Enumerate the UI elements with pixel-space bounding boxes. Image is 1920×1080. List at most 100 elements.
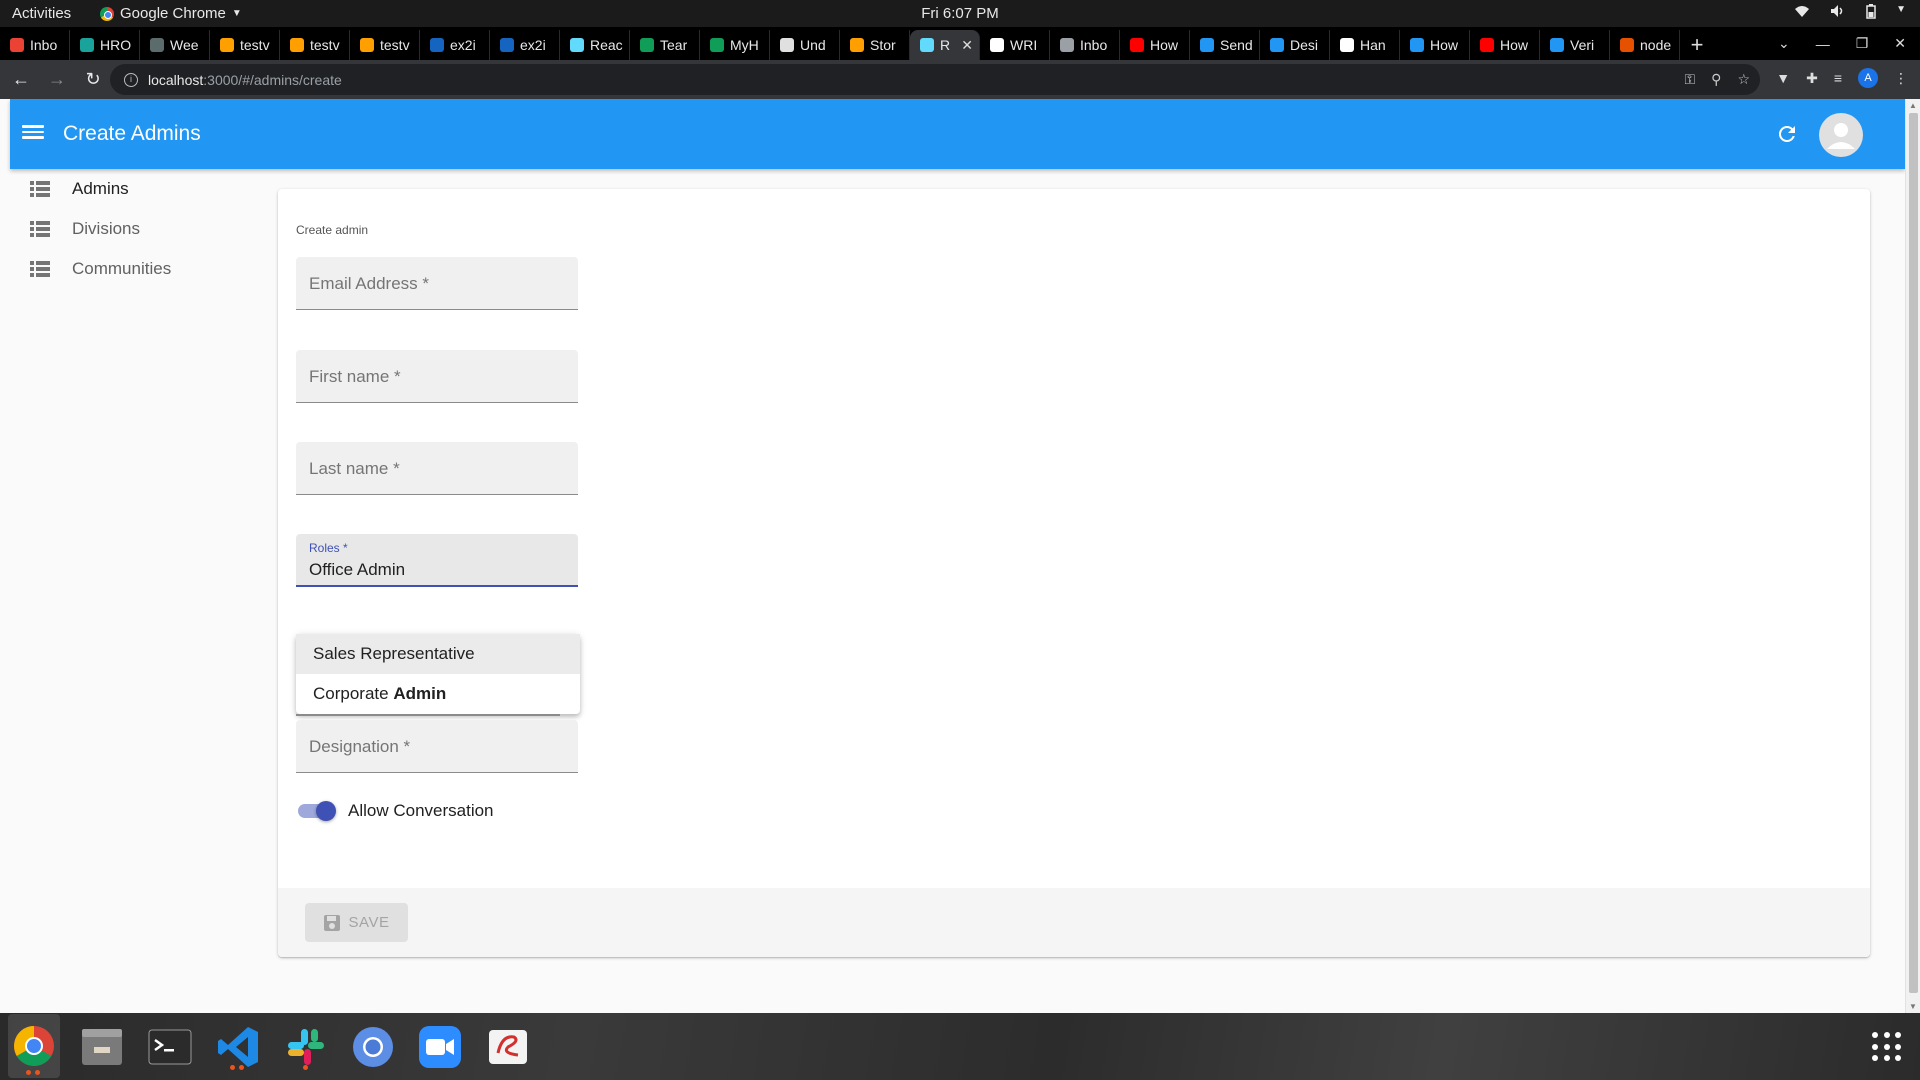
browser-tab[interactable]: R ✕ [910, 30, 980, 60]
tab-label: Veri [1570, 37, 1595, 53]
scroll-down-icon[interactable]: ▼ [1909, 1002, 1917, 1011]
sidebar-item-communities[interactable]: Communities [10, 249, 270, 289]
tab-label: testv [310, 37, 340, 53]
forward-icon[interactable]: → [42, 65, 72, 95]
browser-tab[interactable]: Und [770, 30, 840, 60]
tab-label: MyH [730, 37, 759, 53]
close-window-icon[interactable]: ✕ [1894, 35, 1906, 52]
files-dock-icon[interactable] [76, 1021, 128, 1073]
first-name-field[interactable]: First name * [296, 350, 578, 403]
show-applications-icon[interactable] [1872, 1032, 1902, 1062]
user-avatar-icon[interactable] [1819, 113, 1863, 157]
sidebar-item-divisions[interactable]: Divisions [10, 209, 270, 249]
browser-tab[interactable]: Inbo [0, 30, 70, 60]
browser-tab[interactable]: Reac [560, 30, 630, 60]
browser-tab[interactable]: Stor [840, 30, 910, 60]
browser-tab[interactable]: How [1120, 30, 1190, 60]
save-icon [323, 914, 340, 931]
tab-label: Und [800, 37, 826, 53]
email-field[interactable]: Email Address * [296, 257, 578, 310]
roles-option[interactable]: Corporate Admin [296, 674, 580, 714]
roles-field-label: Roles * [309, 541, 348, 555]
scrollbar-thumb[interactable] [1909, 113, 1918, 993]
media-control-icon[interactable]: ≡ [1834, 70, 1842, 86]
back-icon[interactable]: ← [6, 65, 36, 95]
firebase-icon [220, 38, 234, 52]
slack-dock-icon[interactable] [280, 1021, 332, 1073]
globe-icon [1340, 38, 1354, 52]
vue-devtools-icon[interactable]: ▼ [1776, 70, 1790, 86]
create-admin-form-card: Create admin Email Address * First name … [278, 189, 1870, 957]
roles-autocomplete-field[interactable]: Roles * Office Admin [296, 534, 578, 587]
last-name-field-label: Last name * [309, 459, 400, 478]
sidebar-item-label: Admins [72, 179, 129, 198]
reload-icon[interactable]: ↻ [78, 65, 108, 95]
browser-tab[interactable]: How [1470, 30, 1540, 60]
divider [296, 714, 560, 716]
tab-label: Inbo [1080, 37, 1108, 53]
react-icon [570, 38, 584, 52]
running-indicator [230, 1065, 235, 1070]
roles-option[interactable]: Sales Representative [296, 634, 580, 674]
browser-tab[interactable]: node [1610, 30, 1680, 60]
scroll-up-icon[interactable]: ▲ [1909, 101, 1917, 110]
sidebar-item-label: Communities [72, 259, 172, 278]
vscode-dock-icon[interactable] [212, 1021, 264, 1073]
chevron-down-icon: ▼ [1896, 4, 1906, 15]
minimize-icon[interactable]: — [1816, 36, 1830, 52]
tab-label: How [1430, 37, 1459, 53]
key-icon[interactable]: ⚿ [1685, 71, 1696, 88]
terminal-dock-icon[interactable] [144, 1021, 196, 1073]
youtube-icon [1130, 38, 1144, 52]
new-tab-button[interactable]: + [1680, 30, 1714, 60]
tab-label: ex2i [520, 37, 546, 53]
sidebar-item-admins[interactable]: Admins [10, 169, 270, 209]
refresh-icon[interactable] [1775, 122, 1799, 146]
list-icon [30, 261, 50, 277]
tab-search-icon[interactable]: ⌄ [1778, 35, 1790, 52]
gedit-dock-icon[interactable] [482, 1021, 534, 1073]
clock[interactable]: Fri 6:07 PM [0, 5, 1920, 22]
browser-tab[interactable]: ex2i [420, 30, 490, 60]
browser-tab[interactable]: Veri [1540, 30, 1610, 60]
chrome-dock-icon[interactable] [8, 1014, 60, 1078]
address-bar[interactable]: i localhost:3000/#/admins/create ⚿ ⚲ ☆ [110, 64, 1760, 95]
browser-tab[interactable]: Send [1190, 30, 1260, 60]
browser-tab[interactable]: WRI [980, 30, 1050, 60]
hamburger-menu-icon[interactable] [22, 122, 44, 146]
profile-avatar[interactable]: A [1858, 68, 1878, 88]
system-tray[interactable]: ▼ [1794, 4, 1906, 22]
restore-icon[interactable]: ❐ [1856, 35, 1869, 52]
designation-field[interactable]: Designation * [296, 720, 578, 773]
puzzle-icon [1410, 38, 1424, 52]
app-bar: Create Admins [10, 99, 1905, 169]
page-scrollbar[interactable]: ▲ ▼ [1905, 99, 1920, 1013]
save-button-label: SAVE [348, 914, 390, 931]
save-button[interactable]: SAVE [305, 903, 408, 942]
browser-tab[interactable]: HRO [70, 30, 140, 60]
zoom-dock-icon[interactable] [414, 1021, 466, 1073]
star-icon[interactable]: ☆ [1737, 71, 1750, 88]
browser-tab[interactable]: ex2i [490, 30, 560, 60]
last-name-field[interactable]: Last name * [296, 442, 578, 495]
browser-tab[interactable]: MyH [700, 30, 770, 60]
extensions-puzzle-icon[interactable]: ✚ [1806, 70, 1818, 87]
network-icon [1794, 4, 1810, 22]
zoom-icon[interactable]: ⚲ [1711, 71, 1721, 88]
browser-tab[interactable]: testv [350, 30, 420, 60]
react-icon [920, 38, 934, 52]
chromium-dock-icon[interactable] [347, 1021, 399, 1073]
browser-tab[interactable]: Wee [140, 30, 210, 60]
close-tab-icon[interactable]: ✕ [961, 37, 973, 54]
browser-tab[interactable]: Desi [1260, 30, 1330, 60]
sidebar: Admins Divisions Communities [10, 169, 270, 289]
browser-tab[interactable]: How [1400, 30, 1470, 60]
browser-tab[interactable]: Han [1330, 30, 1400, 60]
browser-tab[interactable]: Tear [630, 30, 700, 60]
browser-tab[interactable]: testv [280, 30, 350, 60]
browser-tab[interactable]: Inbo [1050, 30, 1120, 60]
browser-tab[interactable]: testv [210, 30, 280, 60]
site-info-icon[interactable]: i [124, 72, 138, 87]
allow-conversation-toggle[interactable] [296, 799, 340, 823]
kebab-menu-icon[interactable]: ⋮ [1894, 70, 1908, 87]
